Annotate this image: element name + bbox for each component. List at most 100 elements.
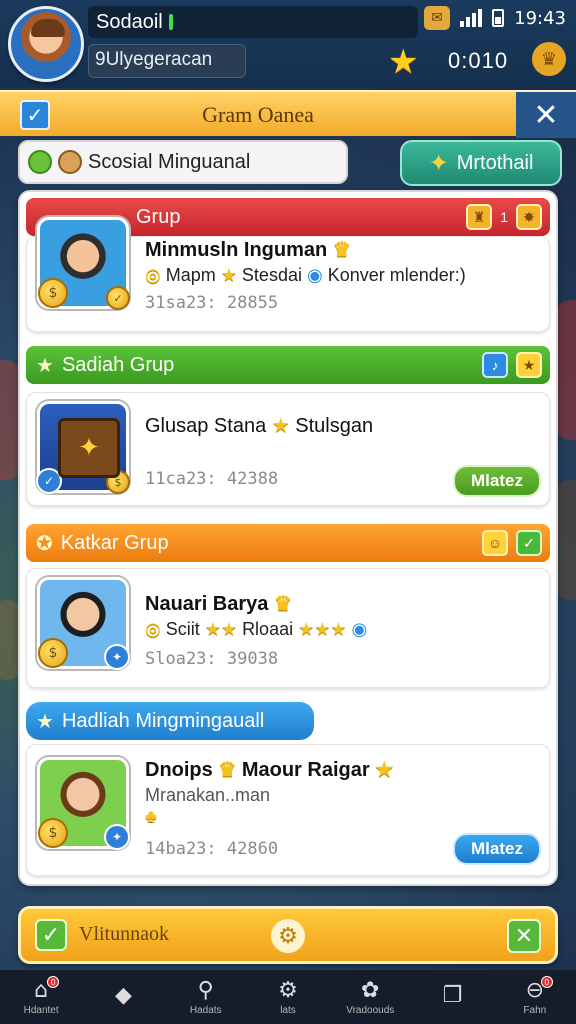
coin-icon: $ [38, 818, 68, 848]
bottom-action-bar: ✓ Vlitunnaok ⚙ ✕ [18, 906, 558, 964]
nav-item-window[interactable]: ❐ [417, 970, 489, 1024]
group-card[interactable]: $ ✦ Nauari Barya ♛ ◎ Sciit ★★ Rloaai ★★★… [26, 568, 550, 688]
smiley-icon[interactable]: ☺ [482, 530, 508, 556]
section-title: Grup [136, 205, 181, 228]
search-label: Scosial Minguanal [88, 150, 251, 173]
nav-item-search[interactable]: ⚲ Hadats [170, 970, 242, 1024]
app-name-box: Sodaoil [88, 6, 418, 38]
nav-item-diamond[interactable]: ◆ [87, 970, 159, 1024]
player-avatar[interactable] [8, 6, 84, 82]
settings-cog-icon: ✿ [361, 977, 380, 1003]
crown-icon[interactable]: ♛ [532, 42, 566, 76]
search-icon: ⚲ [197, 977, 214, 1003]
chat-bubble-icon[interactable]: ✉ [424, 6, 451, 30]
card-subtitle: Stulsgan [295, 415, 374, 437]
section-header-sadiah[interactable]: ★ Sadiah Grup ♪ ★ [26, 346, 550, 384]
username: 9Ulyegeracan [95, 49, 213, 70]
star-icon: ★ [271, 415, 290, 437]
crown-small-icon: ♛ [218, 759, 237, 781]
gear-icon: ⚙ [278, 977, 298, 1003]
group-card[interactable]: ✓ $ Glusap Stana ★ Stulsgan 11ca23: 4238… [26, 392, 550, 506]
card-title: Dnoips ♛ Maour Raigar ★ [145, 759, 394, 781]
section-header-katkar[interactable]: ✪ Katkar Grup ☺ ✓ [26, 524, 550, 562]
bottom-label: Vlitunnaok [79, 923, 169, 945]
pet-icon: ♣ [145, 806, 157, 826]
card-title: Nauari Barya ♛ [145, 593, 292, 615]
group-list-panel: Grup ♜ 1 ✸ $ ✓ Minmusln Inguman ♛ ◎ Mapm… [18, 190, 558, 886]
star-icon: ★ [388, 42, 419, 82]
close-button[interactable]: ✕ [516, 92, 576, 138]
gear-icon[interactable]: ✸ [516, 204, 542, 230]
group-card[interactable]: $ ✓ Minmusln Inguman ♛ ◎ Mapm ★ Stesdai … [26, 217, 550, 332]
card-title: Glusap Stana ★ Stulsgan [145, 415, 374, 437]
coin-icon: $ [38, 638, 68, 668]
section-badges: ♜ 1 ✸ [466, 204, 542, 230]
find-button-label: Mrtothail [456, 151, 534, 174]
checkmark-icon: ✓ [36, 468, 62, 494]
background-decoration [556, 300, 576, 440]
card-subtitle: Mranakan..man ♣ [145, 785, 271, 826]
coin-small-icon: ◎ [145, 619, 161, 639]
diamond-icon: ◆ [114, 983, 132, 1008]
settings-icon[interactable]: ✓ [516, 530, 542, 556]
card-title: Minmusln Inguman ♛ [145, 239, 351, 261]
trophy-icon[interactable]: ♜ [466, 204, 493, 230]
card-subtitle: ◎ Sciit ★★ Rloaai ★★★ ◉ [145, 619, 368, 639]
card-meta: 11ca23: 42388 [145, 469, 279, 489]
clock: 19:43 [514, 7, 566, 29]
section-badges: ♪ ★ [482, 352, 542, 378]
window-icon: ❐ [442, 983, 463, 1008]
system-status-bar: ✉ 19:43 [424, 6, 566, 30]
search-field[interactable]: Scosial Minguanal [18, 140, 348, 184]
signal-icon [460, 9, 483, 27]
group-avatar: $ ✓ [37, 217, 130, 310]
star-badge-icon[interactable]: ★ [516, 352, 542, 378]
notification-badge: 0 [540, 976, 553, 988]
card-meta: 14ba23: 42860 [145, 839, 279, 859]
shield-icon: ✦ [104, 824, 130, 850]
home-icon: ⌂ [34, 977, 49, 1003]
battery-icon [492, 9, 505, 27]
rating-stars: ★★★ [298, 619, 347, 639]
checkbox-icon[interactable]: ✓ [35, 919, 67, 951]
top-bar: Sodaoil 9Ulyegeracan ✉ 19:43 ★ 0:010 ♛ [0, 0, 576, 88]
coin-small-icon: ◎ [145, 265, 161, 285]
group-card[interactable]: $ ✦ Dnoips ♛ Maour Raigar ★ Mranakan..ma… [26, 744, 550, 876]
notification-badge: 0 [47, 976, 60, 988]
badge-count: 1 [500, 209, 508, 225]
star-icon: ✪ [36, 532, 53, 555]
bottom-nav: ⌂ Hdantet 0 ◆ ⚲ Hadats ⚙ lats ✿ Vradooud… [0, 970, 576, 1024]
music-note-icon[interactable]: ♪ [482, 352, 508, 378]
star-icon: ★ [220, 265, 237, 285]
close-button[interactable]: ✕ [507, 919, 541, 953]
group-avatar: ✓ $ [36, 401, 130, 494]
join-button[interactable]: Mlatez [453, 833, 541, 865]
coin-icon: ✓ [106, 286, 130, 310]
nav-item-gear[interactable]: ⚙ lats [252, 970, 324, 1024]
nav-item-fahn[interactable]: ⊖ Fahn 0 [499, 970, 571, 1024]
page-title: Gram Oanea [202, 102, 314, 127]
section-badges: ☺ ✓ [482, 530, 542, 556]
nav-item-settings[interactable]: ✿ Vradoouds [334, 970, 406, 1024]
group-avatar: $ ✦ [37, 577, 130, 670]
smiley-icon [58, 150, 82, 174]
gear-icon[interactable]: ⚙ [271, 919, 305, 953]
status-dot-icon [28, 150, 52, 174]
card-meta: Sloa23: 39038 [145, 649, 279, 669]
group-avatar: $ ✦ [37, 757, 130, 850]
globe-icon: ◉ [351, 619, 368, 639]
find-button[interactable]: ✦ Mrtothail [400, 140, 562, 186]
card-subtitle: ◎ Mapm ★ Stesdai ◉ Konver mlender:) [145, 265, 466, 285]
join-button[interactable]: Mlatez [453, 465, 541, 497]
section-header-hadliah[interactable]: ★ Hadliah Mingmingauall [26, 702, 314, 740]
shield-icon: ✦ [104, 644, 130, 670]
coin-icon: $ [106, 470, 130, 494]
crown-small-icon: ♛ [273, 593, 292, 615]
username-box: 9Ulyegeracan [88, 44, 246, 78]
coin-icon: $ [38, 278, 68, 308]
star-icon: ★ [36, 354, 54, 377]
app-name: Sodaoil [96, 10, 163, 33]
card-meta: 31sa23: 28855 [145, 293, 279, 313]
sparkle-icon: ✦ [428, 149, 449, 177]
nav-item-home[interactable]: ⌂ Hdantet 0 [5, 970, 77, 1024]
